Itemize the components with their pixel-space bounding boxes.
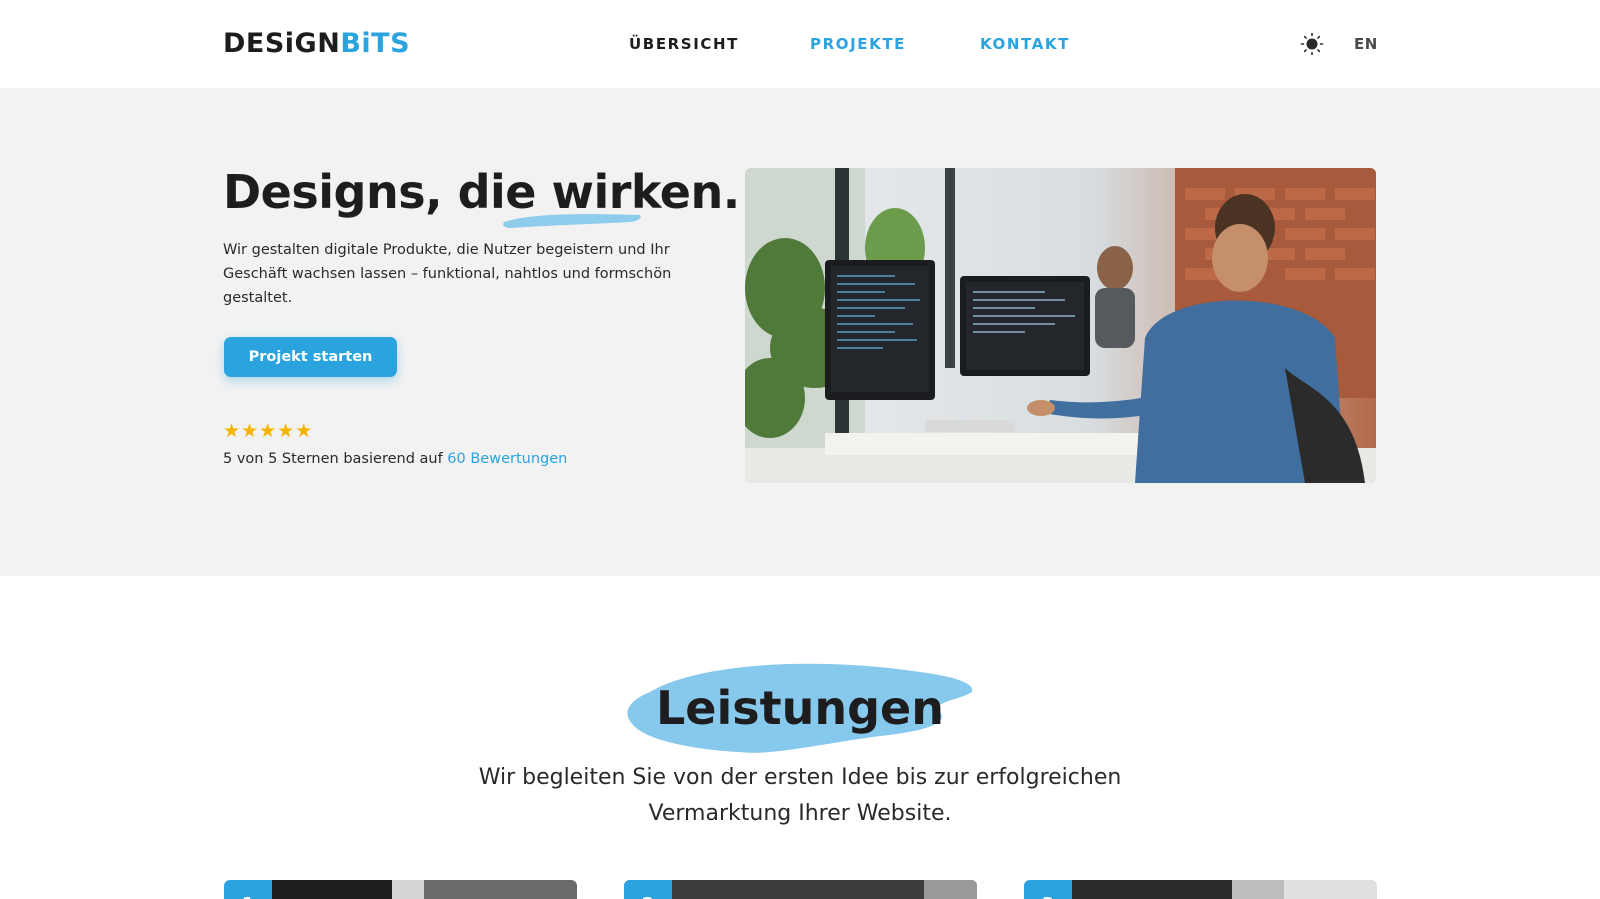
- office-photo-illustration: [745, 168, 1376, 483]
- hero-title-highlight: wirken: [551, 165, 723, 219]
- rating-label: 5 von 5 Sternen basierend auf: [223, 451, 448, 467]
- nav-projekte[interactable]: PROJEKTE: [810, 35, 906, 53]
- reviews-link[interactable]: 60 Bewertungen: [447, 451, 567, 467]
- hero-title-period: .: [722, 165, 740, 219]
- language-switch[interactable]: EN: [1354, 35, 1378, 53]
- service-card-number: 1: [224, 880, 272, 899]
- rating-text: 5 von 5 Sternen basierend auf 60 Bewertu…: [223, 450, 567, 468]
- logo-text-bits: BiTS: [340, 28, 411, 59]
- service-card-image: [1024, 880, 1377, 899]
- services-subtitle: Wir begleiten Sie von der ersten Idee bi…: [478, 765, 1122, 826]
- rating-stars: ★★★★★: [223, 421, 313, 441]
- star-icon: ★: [295, 420, 314, 442]
- theme-toggle-button[interactable]: [1300, 32, 1324, 56]
- hero-title: Designs, die wirken.: [223, 164, 740, 220]
- service-card-image: [224, 880, 577, 899]
- hero-section: Designs, die wirken. Wir gestalten digit…: [0, 88, 1600, 576]
- nav-uebersicht[interactable]: ÜBERSICHT: [629, 35, 739, 53]
- star-icon: ★: [223, 420, 242, 442]
- site-header: DESiGNBiTS ÜBERSICHT PROJEKTE KONTAKT EN: [0, 0, 1600, 88]
- star-icon: ★: [241, 420, 260, 442]
- logo[interactable]: DESiGNBiTS: [223, 28, 410, 60]
- service-card[interactable]: 2: [624, 880, 977, 899]
- logo-text-design: DESiGN: [223, 28, 341, 59]
- hero-title-part1: Designs, die: [223, 165, 552, 219]
- hero-description: Wir gestalten digitale Produkte, die Nut…: [223, 242, 672, 306]
- services-title: Leistungen: [655, 681, 945, 735]
- service-card-number: 3: [1024, 880, 1072, 899]
- hero-image-office: [745, 168, 1376, 483]
- sun-icon: [1300, 32, 1324, 56]
- star-icon: ★: [259, 420, 278, 442]
- nav-kontakt[interactable]: KONTAKT: [980, 35, 1070, 53]
- start-project-button[interactable]: Projekt starten: [224, 337, 397, 377]
- star-icon: ★: [277, 420, 296, 442]
- service-card[interactable]: 3: [1024, 880, 1377, 899]
- service-card[interactable]: 1: [224, 880, 577, 899]
- service-card-number: 2: [624, 880, 672, 899]
- service-card-image: [624, 880, 977, 899]
